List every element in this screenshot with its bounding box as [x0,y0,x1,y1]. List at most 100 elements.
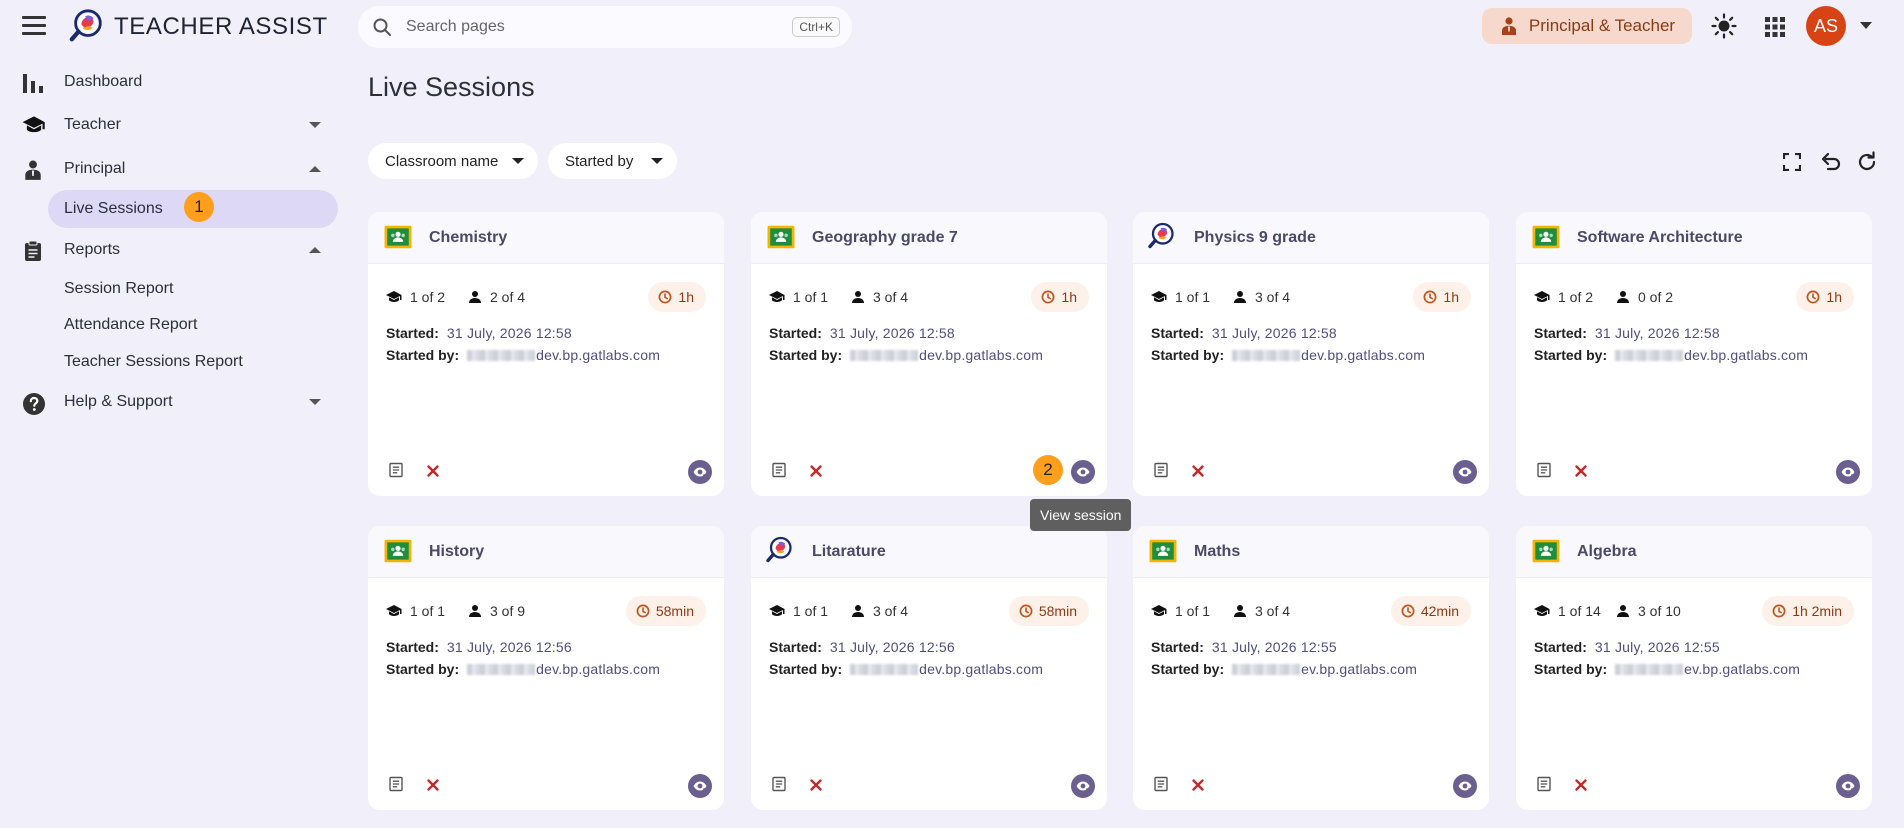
end-session-icon[interactable] [1191,778,1205,792]
started-by-value: dev.bp.gatlabs.com [536,347,661,363]
session-card-header: History [368,526,724,578]
teachers-count: 1 of 2 [410,289,446,305]
step-marker-2: 2 [1033,455,1063,485]
started-by-value: dev.bp.gatlabs.com [919,347,1044,363]
session-report-icon[interactable] [1153,462,1169,478]
session-title: Algebra [1577,543,1637,560]
chevron-down-icon [651,158,663,164]
end-session-icon[interactable] [809,778,823,792]
chevron-down-icon [309,122,321,128]
sidebar-item-principal[interactable]: Principal [0,149,340,189]
sidebar-item-attendance-report[interactable]: Attendance Report [64,316,197,334]
graduation-cap-icon [22,115,46,135]
view-session-button[interactable] [688,774,712,798]
sidebar-item-help-support[interactable]: Help & Support [0,382,340,422]
chevron-up-icon [309,166,321,172]
view-session-button[interactable] [1836,774,1860,798]
view-session-button[interactable] [1071,774,1095,798]
started-by-value: dev.bp.gatlabs.com [1301,347,1426,363]
session-report-icon[interactable] [771,776,787,792]
started-row: Started: 31 July, 2026 12:55 [1534,639,1720,655]
undo-icon[interactable] [1820,151,1842,173]
search-shortcut: Ctrl+K [792,17,840,37]
session-card-header: Maths [1133,526,1489,578]
session-report-icon[interactable] [771,462,787,478]
refresh-icon[interactable] [1856,151,1878,173]
view-session-button[interactable] [688,460,712,484]
sidebar-item-label: Help & Support [64,393,173,410]
app-title: TEACHER ASSIST [114,13,328,40]
fullscreen-icon[interactable] [1783,153,1801,171]
chevron-down-icon [512,158,524,164]
end-session-icon[interactable] [426,464,440,478]
duration-value: 1h [1826,289,1842,305]
session-report-icon[interactable] [388,462,404,478]
apps-grid-icon[interactable] [1765,17,1785,37]
menu-icon[interactable] [22,16,46,36]
students-stat: 3 of 4 [851,289,908,305]
principal-icon [25,160,41,180]
end-session-icon[interactable] [1574,464,1588,478]
classroom-icon [384,539,412,563]
started-label: Started: [769,639,822,655]
end-session-icon[interactable] [1191,464,1205,478]
graduation-cap-icon [769,290,785,304]
started-row: Started: 31 July, 2026 12:58 [769,325,955,341]
duration-badge: 1h [1796,282,1854,312]
help-icon [23,393,45,415]
sidebar-item-label: Principal [64,160,126,177]
clipboard-icon [25,240,41,261]
session-title: Litarature [812,543,886,560]
clock-icon [1806,290,1820,304]
started-value: 31 July, 2026 12:55 [1594,639,1720,655]
students-stat: 3 of 10 [1616,603,1681,619]
search-input[interactable] [406,12,726,42]
teachers-stat: 1 of 2 [386,289,445,305]
account-menu-caret-icon[interactable] [1860,22,1872,29]
clock-icon [636,604,650,618]
clock-icon [1772,604,1786,618]
session-report-icon[interactable] [388,776,404,792]
end-session-icon[interactable] [809,464,823,478]
sidebar-item-teacher-sessions-report[interactable]: Teacher Sessions Report [64,353,243,371]
students-stat: 0 of 2 [1616,289,1673,305]
duration-badge: 1h [1413,282,1471,312]
view-session-button[interactable] [1836,460,1860,484]
started-value: 31 July, 2026 12:58 [446,325,572,341]
sidebar-item-reports[interactable]: Reports [0,230,340,270]
top-bar: TEACHER ASSIST Ctrl+K Principal & Teache… [0,0,1904,52]
started-label: Started: [769,325,822,341]
started-by-row: Started by: dev.bp.gatlabs.com [1151,347,1425,363]
chevron-down-icon [309,399,321,405]
user-avatar[interactable]: AS [1806,6,1846,46]
person-icon [468,290,482,304]
students-count: 3 of 4 [873,603,909,619]
duration-value: 1h [678,289,694,305]
started-value: 31 July, 2026 12:58 [1211,325,1337,341]
sidebar-item-dashboard[interactable]: Dashboard [0,62,340,102]
session-report-icon[interactable] [1536,462,1552,478]
person-icon [1616,290,1630,304]
role-chip[interactable]: Principal & Teacher [1482,8,1692,44]
sidebar-item-session-report[interactable]: Session Report [64,280,173,298]
classroom-name-filter[interactable]: Classroom name [368,143,538,179]
end-session-icon[interactable] [426,778,440,792]
search-icon [373,18,391,36]
end-session-icon[interactable] [1574,778,1588,792]
duration-badge: 1h [648,282,706,312]
sidebar-item-teacher[interactable]: Teacher [0,105,340,145]
started-by-filter[interactable]: Started by [548,143,677,179]
light-mode-icon[interactable] [1711,13,1737,39]
session-report-icon[interactable] [1153,776,1169,792]
session-card: Software Architecture 1 of 2 0 of 2 1h S… [1516,212,1872,496]
started-row: Started: 31 July, 2026 12:56 [386,639,572,655]
view-session-button[interactable] [1453,774,1477,798]
view-session-button[interactable] [1453,460,1477,484]
search-bar[interactable]: Ctrl+K [358,6,852,48]
redacted-email [850,350,919,361]
view-session-button[interactable] [1071,460,1095,484]
sidebar-item-label: Reports [64,241,121,258]
duration-badge: 58min [1008,596,1089,626]
started-by-value: dev.bp.gatlabs.com [919,661,1044,677]
session-report-icon[interactable] [1536,776,1552,792]
